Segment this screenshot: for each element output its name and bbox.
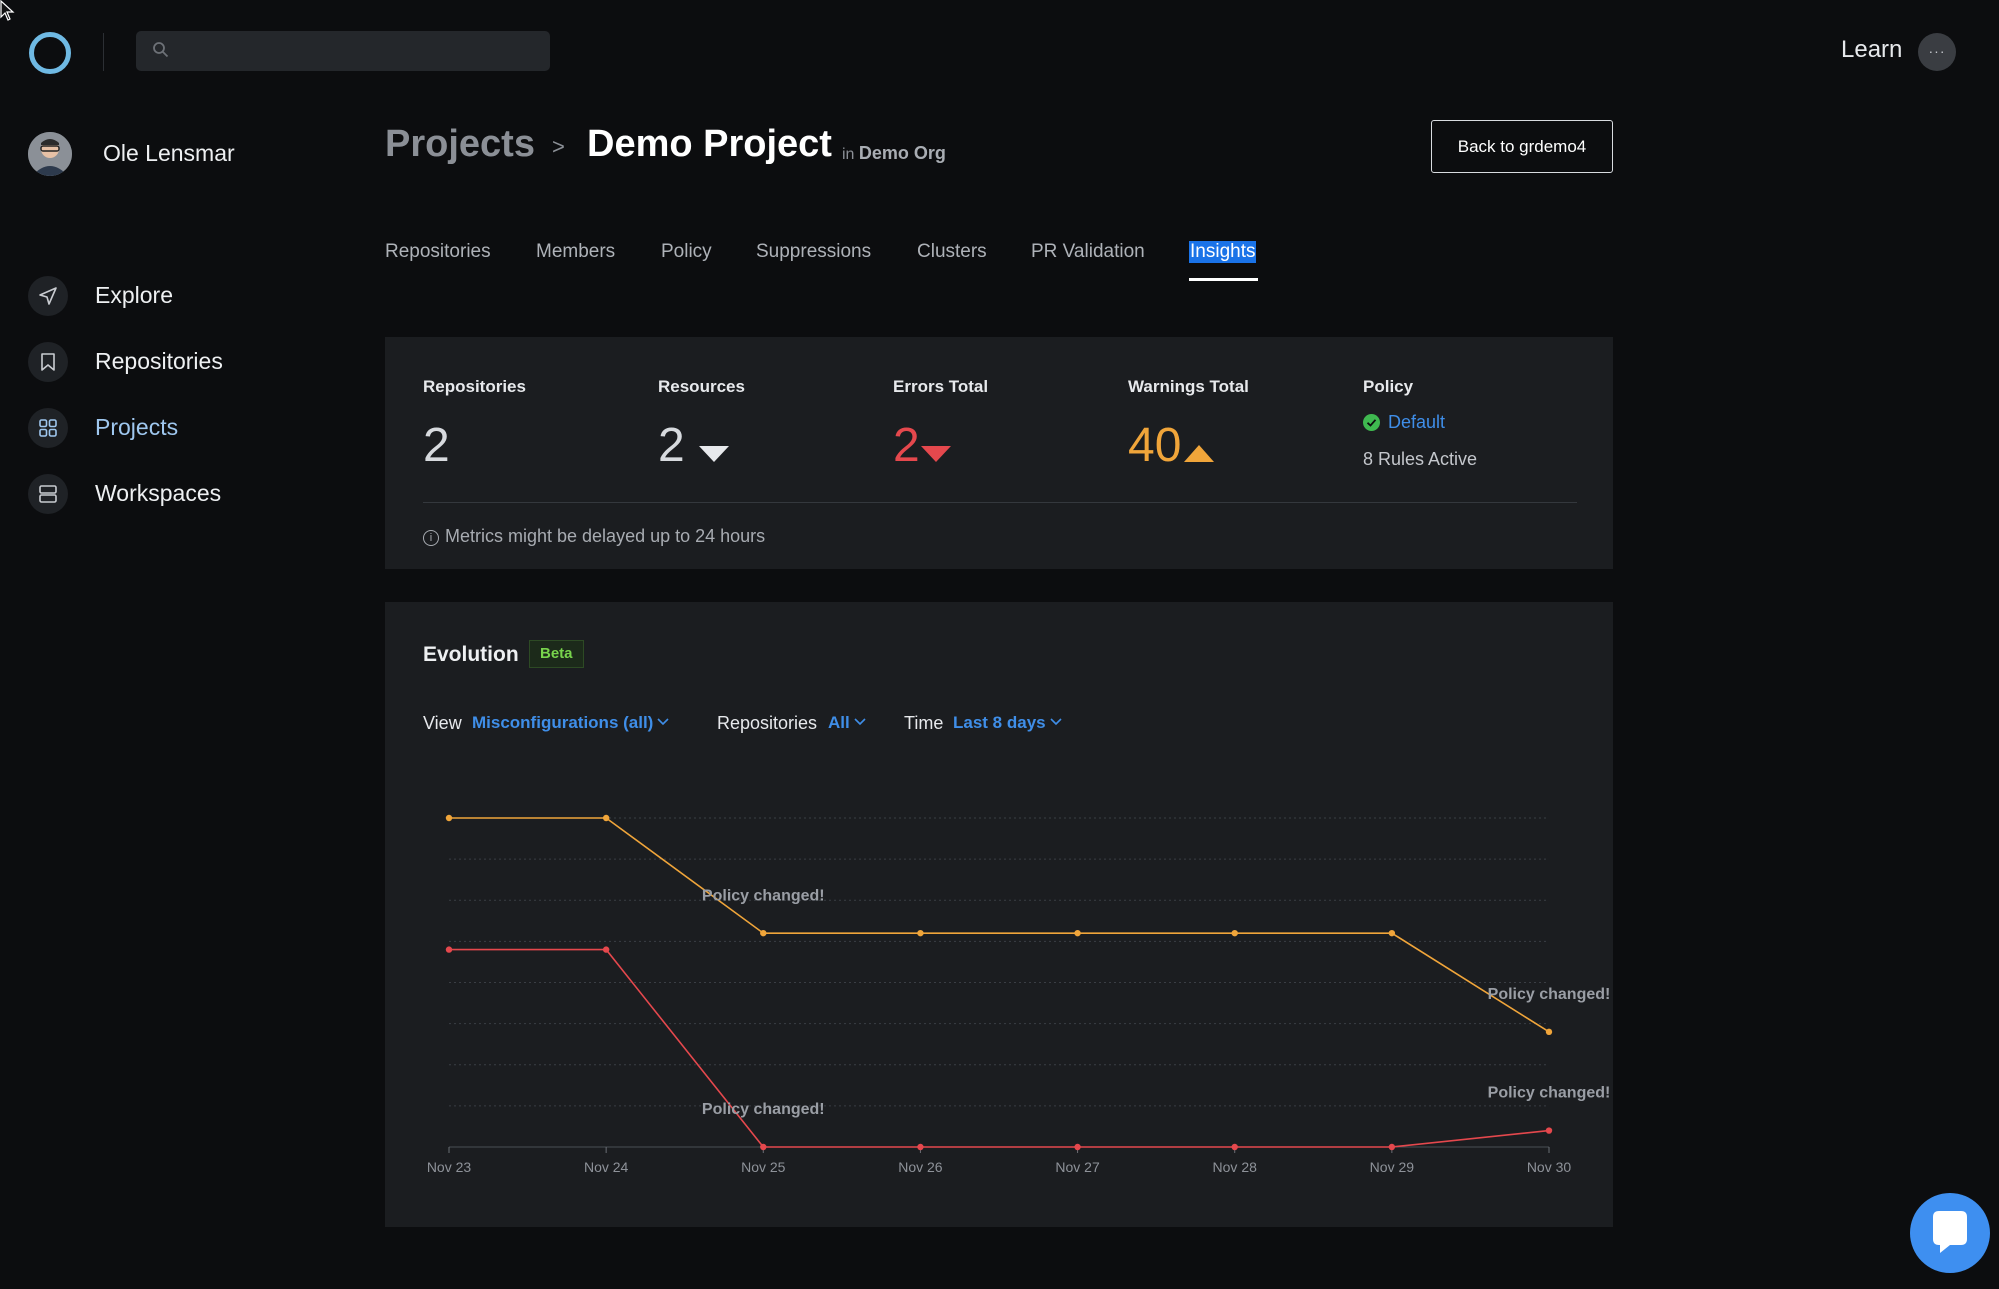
data-point: [445, 946, 453, 953]
chat-button[interactable]: [1910, 1193, 1990, 1273]
chart-annotation: Policy changed!: [702, 1101, 825, 1118]
series-line-0: [449, 817, 1550, 1033]
data-point: [760, 1143, 767, 1151]
x-tick-label: Nov 28: [1213, 1159, 1258, 1175]
x-tick-label: Nov 23: [427, 1159, 472, 1175]
data-point: [917, 1143, 924, 1151]
data-point: [760, 929, 767, 937]
data-point: [1545, 1028, 1553, 1036]
chat-icon: [1933, 1211, 1967, 1253]
chart-annotation: Policy changed!: [1488, 986, 1611, 1003]
data-point: [1231, 929, 1238, 937]
series-line-1: [449, 948, 1550, 1148]
x-tick-label: Nov 30: [1527, 1159, 1572, 1175]
data-point: [1074, 929, 1081, 937]
data-point: [445, 814, 453, 822]
x-tick-label: Nov 26: [898, 1159, 943, 1175]
chart-annotation: Policy changed!: [702, 887, 825, 904]
x-tick-label: Nov 29: [1370, 1159, 1415, 1175]
data-point: [1074, 1143, 1081, 1151]
x-tick-label: Nov 25: [741, 1159, 786, 1175]
data-point: [1388, 1143, 1396, 1151]
data-point: [1231, 1143, 1238, 1151]
x-tick-label: Nov 24: [584, 1159, 629, 1175]
chart-annotation: Policy changed!: [1488, 1085, 1611, 1102]
data-point: [1545, 1127, 1553, 1134]
data-point: [1388, 929, 1396, 937]
x-tick-label: Nov 27: [1055, 1159, 1100, 1175]
data-point: [602, 946, 610, 953]
evolution-chart: Nov 23 Nov 24 Nov 25 Nov 26 Nov 27 Nov 28 Nov …: [427, 814, 1611, 1175]
data-point: [917, 929, 924, 937]
data-point: [602, 814, 610, 822]
